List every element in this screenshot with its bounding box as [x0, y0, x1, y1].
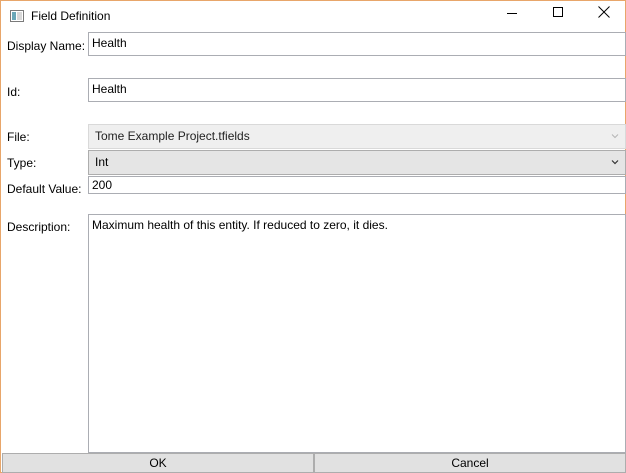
id-label: Id: [7, 85, 21, 99]
description-label: Description: [7, 220, 71, 234]
maximize-icon [553, 7, 563, 17]
default-value-label: Default Value: [7, 182, 82, 196]
file-dropdown-value: Tome Example Project.tfields [95, 129, 250, 143]
display-name-label: Display Name: [7, 39, 86, 53]
cancel-button[interactable]: Cancel [314, 453, 626, 473]
field-definition-window: Field Definition Display Name: Health Id… [0, 0, 626, 473]
description-textarea[interactable]: Maximum health of this entity. If reduce… [88, 214, 626, 453]
title-bar[interactable]: Field Definition [1, 1, 625, 31]
window-title: Field Definition [31, 9, 111, 23]
type-label: Type: [7, 156, 37, 170]
minimize-button[interactable] [489, 1, 535, 31]
type-dropdown[interactable]: Int [88, 150, 626, 175]
file-dropdown[interactable]: Tome Example Project.tfields [88, 124, 626, 149]
display-name-input[interactable]: Health [88, 32, 626, 56]
maximize-button[interactable] [535, 1, 581, 31]
app-window-icon [10, 10, 24, 22]
file-label: File: [7, 130, 30, 144]
chevron-down-icon [611, 160, 619, 165]
close-button[interactable] [581, 1, 626, 31]
id-input[interactable]: Health [88, 78, 626, 102]
default-value-input[interactable]: 200 [88, 176, 626, 194]
minimize-icon [507, 13, 517, 14]
chevron-down-icon [611, 134, 619, 139]
ok-button[interactable]: OK [2, 453, 314, 473]
type-dropdown-value: Int [95, 155, 109, 169]
close-icon [598, 6, 610, 18]
